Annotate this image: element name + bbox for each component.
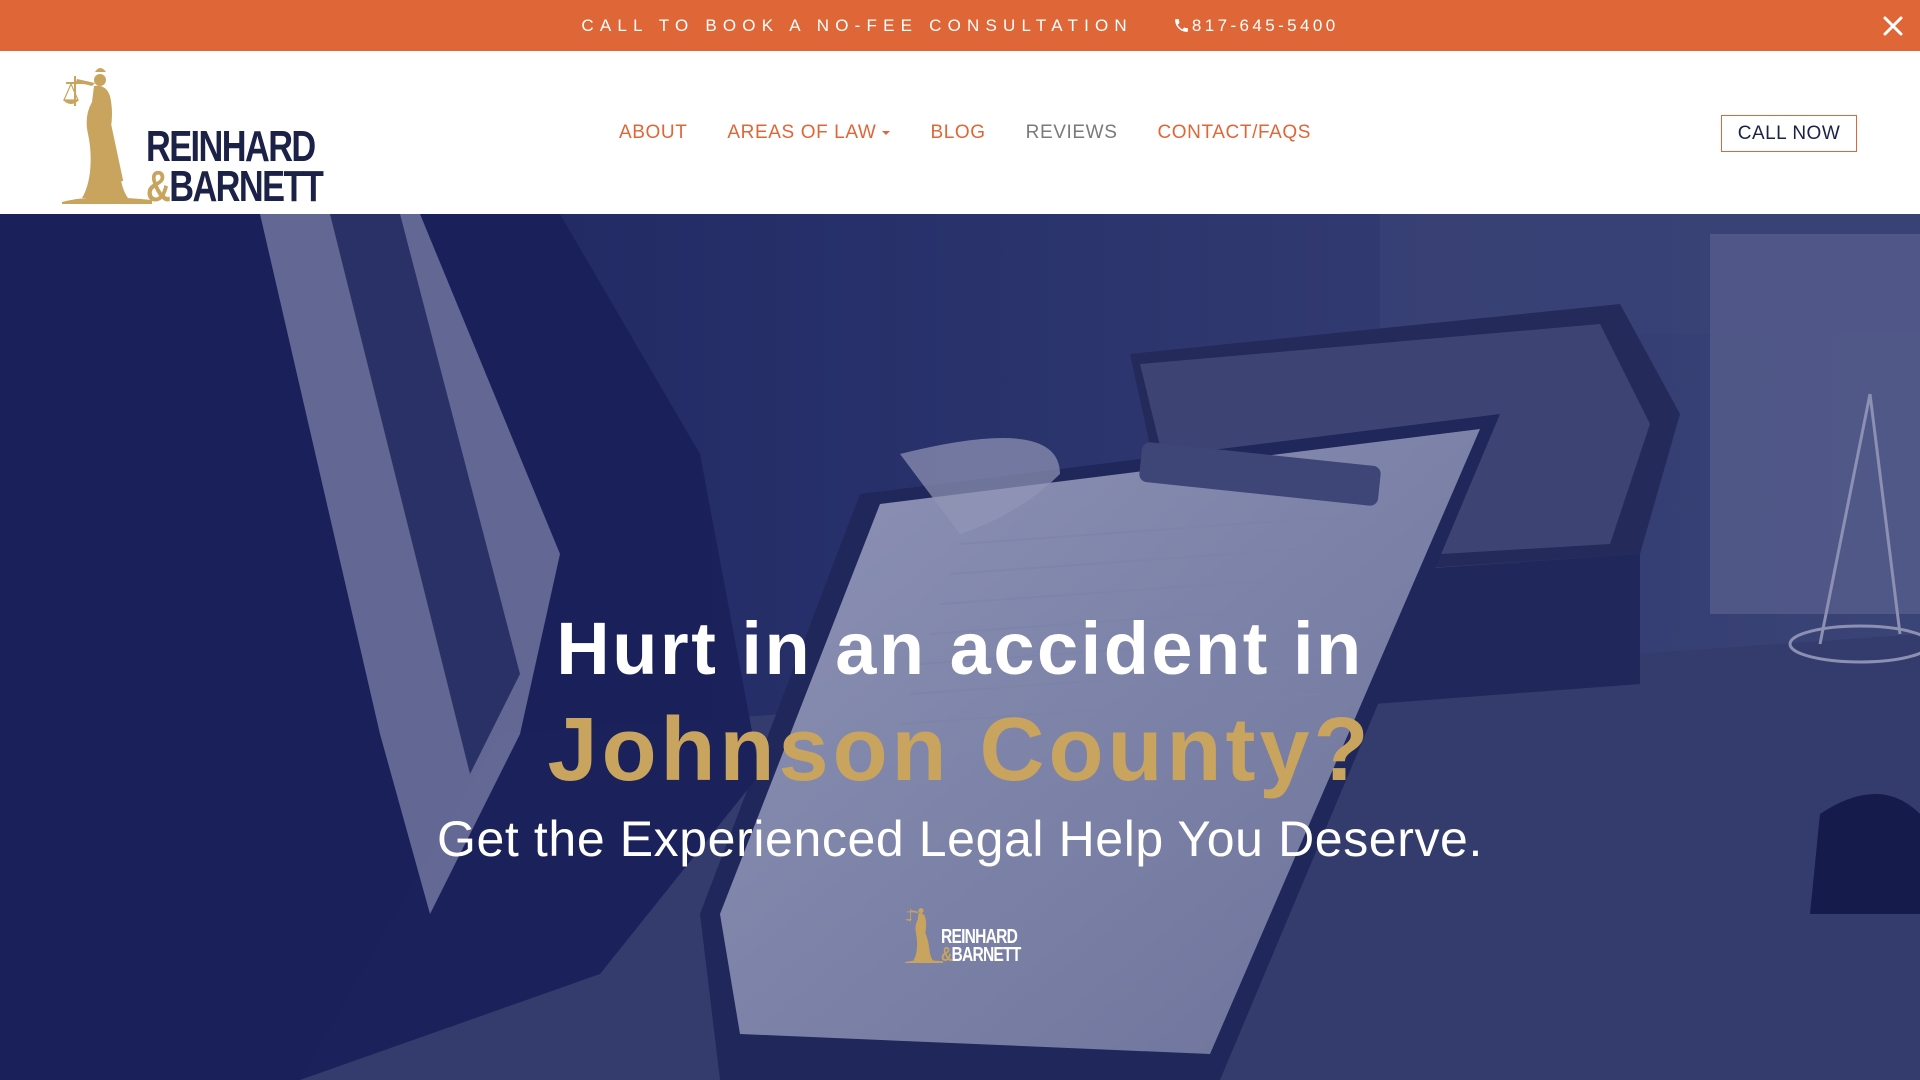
nav-contact-faqs[interactable]: CONTACT/FAQS bbox=[1157, 122, 1311, 144]
site-header: REINHARD &BARNETT ABOUT AREAS OF LAW BLO… bbox=[0, 51, 1920, 214]
logo-wordmark: REINHARD &BARNETT bbox=[146, 122, 324, 209]
nav-contact-faqs-label: CONTACT/FAQS bbox=[1157, 121, 1312, 143]
close-icon bbox=[1883, 16, 1903, 36]
hero-logo-line-2: BARNETT bbox=[951, 944, 1021, 966]
consultation-cta-text: CALL TO BOOK A NO-FEE CONSULTATION bbox=[581, 15, 1133, 35]
logo-line-1: REINHARD bbox=[146, 122, 316, 171]
hero-logo-ampersand: & bbox=[941, 944, 952, 966]
site-logo[interactable]: REINHARD &BARNETT bbox=[62, 62, 324, 209]
hero-logo: REINHARD &BARNETT bbox=[905, 899, 1021, 969]
phone-icon bbox=[1175, 19, 1188, 32]
hero-content: Hurt in an accident in Johnson County? G… bbox=[0, 214, 1920, 1080]
logo-ampersand: & bbox=[146, 162, 171, 211]
hero-logo-wordmark: REINHARD &BARNETT bbox=[941, 927, 1021, 966]
phone-number: 817-645-5400 bbox=[1191, 15, 1339, 35]
nav-blog-label: BLOG bbox=[930, 121, 986, 143]
hero-section: Hurt in an accident in Johnson County? G… bbox=[0, 214, 1920, 1080]
hero-headline-location: Johnson County? bbox=[547, 700, 1373, 800]
chevron-down-icon bbox=[882, 130, 891, 135]
nav-blog[interactable]: BLOG bbox=[930, 122, 985, 144]
nav-about[interactable]: ABOUT bbox=[619, 122, 687, 144]
nav-reviews[interactable]: REVIEWS bbox=[1026, 122, 1118, 144]
hero-headline: Hurt in an accident in bbox=[556, 607, 1364, 690]
call-now-button[interactable]: CALL NOW bbox=[1721, 115, 1857, 152]
lady-justice-icon bbox=[905, 908, 943, 963]
nav-about-label: ABOUT bbox=[618, 121, 688, 143]
hero-subheadline: Get the Experienced Legal Help You Deser… bbox=[437, 811, 1483, 867]
nav-areas-of-law[interactable]: AREAS OF LAW bbox=[727, 121, 891, 144]
logo-line-2: BARNETT bbox=[169, 162, 324, 211]
announcement-bar: CALL TO BOOK A NO-FEE CONSULTATION 817-6… bbox=[0, 0, 1920, 51]
nav-areas-of-law-label: AREAS OF LAW bbox=[727, 121, 877, 143]
close-banner-button[interactable] bbox=[1878, 11, 1908, 41]
phone-link[interactable]: 817-645-5400 bbox=[1173, 16, 1339, 36]
lady-justice-icon bbox=[62, 68, 152, 204]
nav-reviews-label: REVIEWS bbox=[1025, 121, 1118, 143]
